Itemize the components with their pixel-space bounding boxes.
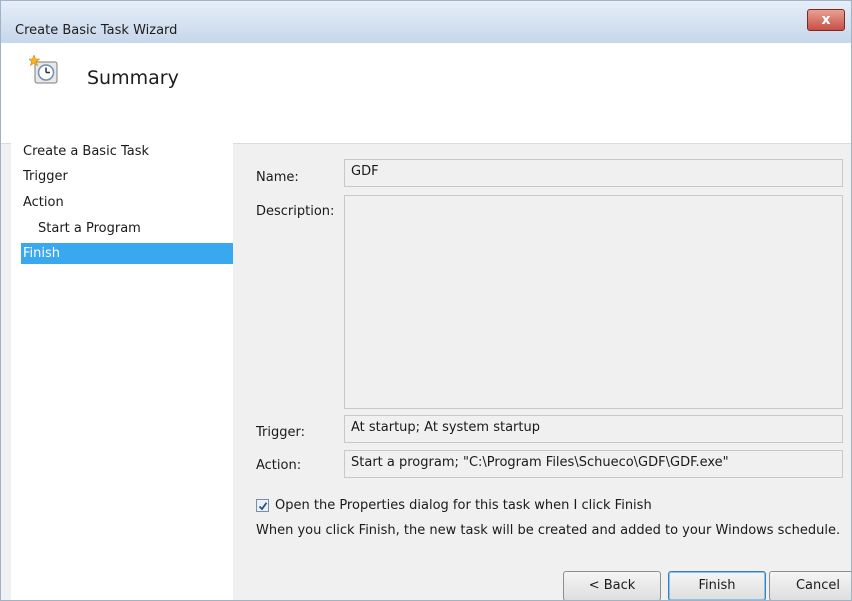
finish-button[interactable]: Finish	[668, 571, 766, 600]
title-bar[interactable]: Create Basic Task Wizard x	[1, 1, 851, 43]
close-button[interactable]: x	[807, 9, 845, 31]
action-field[interactable]: Start a program; "C:\Program Files\Schue…	[344, 450, 843, 478]
description-label: Description:	[256, 204, 335, 219]
name-field[interactable]: GDF	[344, 159, 843, 187]
name-label: Name:	[256, 170, 299, 185]
action-label: Action:	[256, 458, 302, 473]
page-title: Summary	[87, 67, 179, 89]
wizard-header: Summary	[1, 43, 851, 144]
back-button[interactable]: < Back	[563, 571, 661, 600]
nav-item-action[interactable]: Action	[23, 192, 64, 213]
nav-item-start-a-program[interactable]: Start a Program	[38, 218, 141, 239]
trigger-field[interactable]: At startup; At system startup	[344, 415, 843, 443]
open-properties-checkbox[interactable]	[256, 499, 269, 512]
checkmark-icon	[258, 502, 268, 511]
trigger-label: Trigger:	[256, 425, 305, 440]
nav-item-finish[interactable]: Finish	[21, 243, 233, 264]
nav-item-create-basic-task[interactable]: Create a Basic Task	[23, 141, 149, 162]
open-properties-label[interactable]: Open the Properties dialog for this task…	[275, 498, 652, 513]
finish-note: When you click Finish, the new task will…	[256, 523, 841, 538]
wizard-window: Create Basic Task Wizard x Summary Creat…	[0, 0, 852, 601]
cancel-button[interactable]: Cancel	[769, 571, 851, 600]
nav-item-trigger[interactable]: Trigger	[23, 166, 68, 187]
description-field[interactable]	[344, 195, 843, 409]
window-title: Create Basic Task Wizard	[15, 23, 178, 38]
scheduled-task-clock-icon	[29, 55, 58, 84]
